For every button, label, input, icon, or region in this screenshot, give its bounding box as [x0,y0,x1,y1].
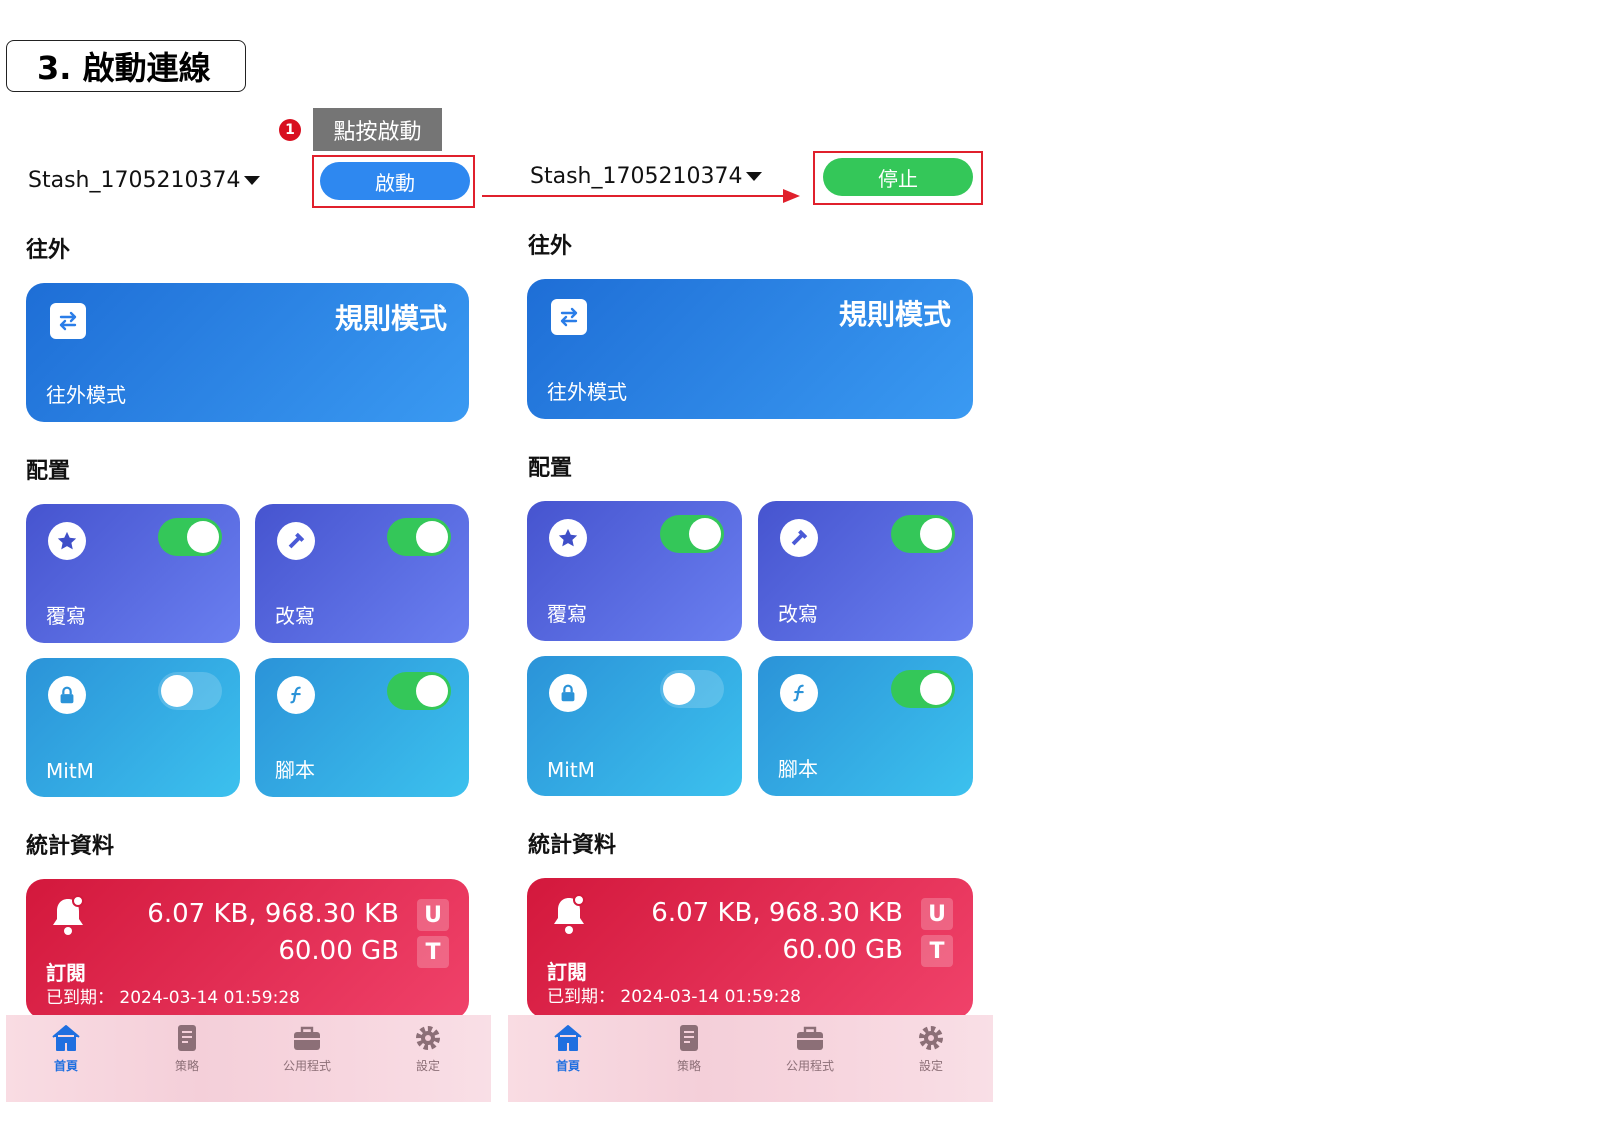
mode-title: 規則模式 [838,298,951,331]
rewrite-toggle[interactable] [387,518,451,556]
hammer-icon [780,519,818,557]
tab-bar: 首頁 策略 公用程式 設定 [6,1015,491,1102]
mode-label: 往外模式 [547,380,627,404]
subscription-card[interactable]: 6.07 KB, 968.30 KB U 60.00 GB T 訂閱 已到期： … [26,879,469,1019]
tile-label: 改寫 [778,602,818,626]
toolbox-icon [797,1026,823,1050]
tab-label: 設定 [415,1059,440,1073]
home-icon [52,1025,80,1051]
script-icon [780,674,818,712]
tab-home[interactable]: 首頁 [533,1021,603,1074]
start-button[interactable]: 啟動 [320,162,470,200]
tile-override[interactable]: 覆寫 [527,501,742,641]
override-toggle[interactable] [158,518,222,556]
tab-settings[interactable]: 設定 [896,1021,966,1074]
usage-value: 6.07 KB, 968.30 KB [147,899,399,929]
tile-label: MitM [547,758,595,782]
tab-policy[interactable]: 策略 [654,1021,724,1074]
outbound-mode-card[interactable]: 規則模式 往外模式 [527,279,973,419]
total-badge: T [921,935,953,967]
lock-icon [549,674,587,712]
total-badge: T [417,936,449,968]
caret-down-icon [244,176,261,185]
tile-label: MitM [46,759,94,783]
stop-button[interactable]: 停止 [823,158,973,196]
gear-icon [416,1026,440,1050]
tab-bar: 首頁 策略 公用程式 設定 [508,1015,993,1102]
star-icon [48,522,86,560]
tile-label: 改寫 [275,604,315,628]
override-toggle[interactable] [660,515,724,553]
rewrite-toggle[interactable] [891,515,955,553]
outbound-mode-card[interactable]: 規則模式 往外模式 [26,283,469,422]
total-value: 60.00 GB [278,936,399,966]
document-icon [680,1025,698,1051]
tile-override[interactable]: 覆寫 [26,504,240,643]
tab-utilities[interactable]: 公用程式 [775,1021,845,1074]
caret-down-icon [746,172,763,181]
mitm-toggle[interactable] [158,672,222,710]
phone-after: Stash_1705210374 停止 往外 規則模式 往外模式 配置 覆寫 改… [508,0,998,1105]
tab-label: 公用程式 [785,1059,834,1073]
tile-mitm[interactable]: MitM [26,658,240,797]
tab-utilities[interactable]: 公用程式 [272,1021,342,1074]
stats-section-title: 統計資料 [26,834,115,859]
profile-name: Stash_1705210374 [530,164,743,189]
bell-icon [554,894,585,934]
profile-selector[interactable]: Stash_1705210374 [530,164,763,189]
tab-label: 策略 [676,1059,701,1073]
bell-icon [53,895,84,935]
tile-script[interactable]: 腳本 [255,658,469,797]
usage-value: 6.07 KB, 968.30 KB [651,898,903,928]
total-value: 60.00 GB [782,935,903,965]
swap-icon [50,303,86,339]
mode-label: 往外模式 [46,383,126,407]
tile-label: 腳本 [778,757,818,781]
mode-title: 規則模式 [334,302,447,335]
script-toggle[interactable] [387,672,451,710]
tile-label: 覆寫 [46,604,86,628]
toolbox-icon [294,1026,320,1050]
tile-rewrite[interactable]: 改寫 [758,501,973,641]
script-toggle[interactable] [891,670,955,708]
stats-section-title: 統計資料 [528,833,617,858]
usage-badge: U [921,898,953,930]
tile-label: 腳本 [275,758,315,782]
outbound-section-title: 往外 [26,238,71,263]
tab-policy[interactable]: 策略 [152,1021,222,1074]
tab-label: 設定 [918,1059,943,1073]
tile-label: 覆寫 [547,602,587,626]
outbound-section-title: 往外 [528,234,573,259]
swap-icon [551,299,587,335]
script-icon [277,676,315,714]
profile-selector[interactable]: Stash_1705210374 [28,168,261,193]
document-icon [178,1025,196,1051]
star-icon [549,519,587,557]
tile-rewrite[interactable]: 改寫 [255,504,469,643]
config-section-title: 配置 [528,456,573,481]
profile-name: Stash_1705210374 [28,168,241,193]
tab-settings[interactable]: 設定 [393,1021,463,1074]
subscription-name: 訂閱 [547,960,587,984]
tab-home[interactable]: 首頁 [31,1021,101,1074]
config-section-title: 配置 [26,459,71,484]
subscription-expiry: 已到期： 2024-03-14 01:59:28 [547,987,801,1007]
usage-badge: U [417,899,449,931]
gear-icon [919,1026,943,1050]
tab-label: 策略 [174,1059,199,1073]
phone-before: Stash_1705210374 啟動 往外 規則模式 往外模式 配置 覆寫 改… [6,0,496,1105]
home-icon [554,1025,582,1051]
mitm-toggle[interactable] [660,670,724,708]
tile-mitm[interactable]: MitM [527,656,742,796]
tile-script[interactable]: 腳本 [758,656,973,796]
lock-icon [48,676,86,714]
subscription-name: 訂閱 [46,961,86,985]
hammer-icon [277,522,315,560]
subscription-expiry: 已到期： 2024-03-14 01:59:28 [46,988,300,1008]
tab-label: 首頁 [53,1059,78,1073]
tab-label: 首頁 [555,1059,580,1073]
subscription-card[interactable]: 6.07 KB, 968.30 KB U 60.00 GB T 訂閱 已到期： … [527,878,973,1018]
tab-label: 公用程式 [282,1059,331,1073]
